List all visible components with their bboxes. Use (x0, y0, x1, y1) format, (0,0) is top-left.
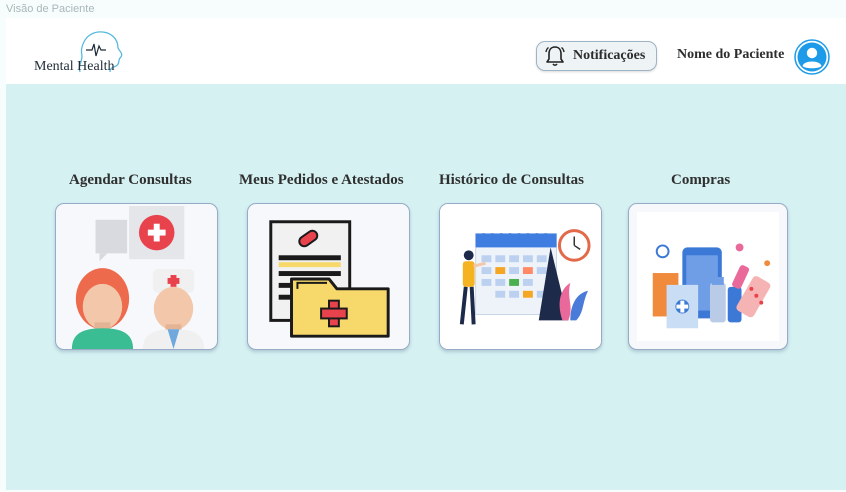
card-title-history: Histórico de Consultas (439, 172, 585, 188)
calendar-history-icon (440, 204, 601, 349)
card-title-schedule: Agendar Consultas (69, 172, 192, 188)
doctor-patient-icon (71, 205, 205, 349)
document-folder-icon (269, 220, 390, 338)
user-avatar-icon[interactable] (794, 39, 830, 75)
window-title: Visão de Paciente (6, 3, 95, 15)
logo-text: Mental Health (34, 59, 115, 74)
patient-name[interactable]: Nome do Paciente (677, 47, 784, 63)
purchases-card[interactable] (628, 203, 788, 350)
main-content: Agendar Consultas Meus Pedidos e Atestad… (6, 84, 846, 490)
pharmacy-products-icon (636, 211, 780, 342)
app-logo[interactable]: Mental Health (34, 28, 134, 82)
notifications-button[interactable]: Notificações (536, 41, 657, 71)
appointment-history-card[interactable] (439, 203, 602, 350)
notifications-label: Notificações (573, 48, 646, 63)
card-title-orders: Meus Pedidos e Atestados (239, 172, 404, 188)
orders-certificates-card[interactable] (247, 203, 410, 350)
top-bar: Mental Health Notificações Nome do Pacie… (6, 18, 846, 84)
schedule-appointment-card[interactable] (55, 203, 218, 350)
card-title-purchases: Compras (671, 172, 731, 188)
bell-icon (545, 46, 565, 67)
